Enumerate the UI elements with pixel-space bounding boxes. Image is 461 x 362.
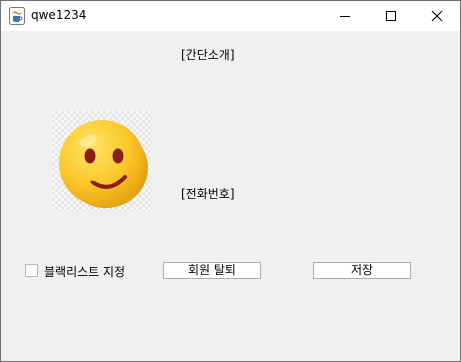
intro-label: [간단소개] [181, 48, 235, 62]
close-button[interactable] [414, 1, 460, 31]
java-app-icon [9, 7, 25, 25]
phone-label: [전화번호] [181, 187, 235, 201]
save-button[interactable]: 저장 [313, 262, 411, 279]
title-bar[interactable]: qwe1234 [1, 1, 460, 31]
blacklist-checkbox[interactable] [25, 264, 38, 277]
withdraw-button[interactable]: 회원 탈퇴 [163, 262, 261, 279]
smiley-face-icon [59, 120, 148, 208]
maximize-button[interactable] [368, 1, 414, 31]
close-icon [431, 10, 443, 22]
minimize-icon [340, 16, 350, 17]
window-title: qwe1234 [31, 8, 87, 22]
blacklist-label[interactable]: 블랙리스트 지정 [44, 263, 125, 280]
maximize-icon [386, 11, 396, 21]
minimize-button[interactable] [322, 1, 368, 31]
profile-panel: [간단소개] [전화번호] 블랙리스트 지정 회원 탈퇴 저장 [1, 31, 460, 361]
app-window: qwe1234 [간단소개] [전화번호] 블랙리스트 지정 회원 탈퇴 저장 [0, 0, 461, 362]
profile-image [52, 111, 152, 211]
